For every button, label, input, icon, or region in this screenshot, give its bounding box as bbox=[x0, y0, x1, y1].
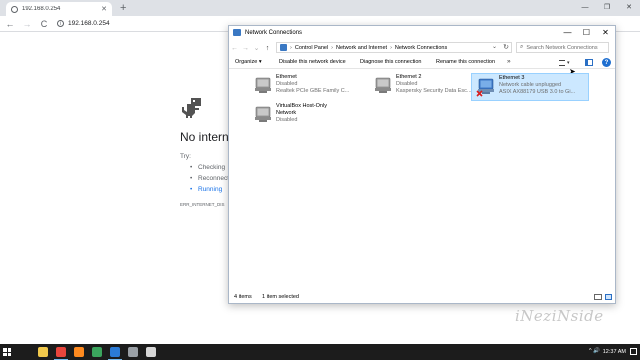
close-button[interactable]: ✕ bbox=[596, 26, 615, 39]
browser-tab[interactable]: 192.168.0.254 ✕ bbox=[6, 2, 112, 16]
minimize-button[interactable]: — bbox=[574, 0, 596, 14]
try-label: Try: bbox=[180, 153, 191, 160]
file-explorer-icon[interactable] bbox=[38, 347, 48, 357]
recent-locations-icon[interactable]: ⌄ bbox=[251, 44, 262, 52]
network-adapter-icon bbox=[375, 77, 391, 93]
view-options-icon bbox=[559, 59, 565, 66]
address-row: ← → ⌄ ↑ › Control Panel › Network and In… bbox=[229, 41, 615, 55]
chevron-down-icon[interactable]: ⌄ bbox=[492, 43, 497, 50]
forward-icon[interactable]: → bbox=[20, 17, 34, 31]
chrome-icon[interactable] bbox=[54, 347, 68, 360]
tab-strip: 192.168.0.254 ✕ + — ❐ ✕ bbox=[0, 0, 640, 16]
rename-button[interactable]: Rename this connection bbox=[436, 59, 495, 65]
connection-ethernet-3[interactable]: Ethernet 3 Network cable unplugged ASIX … bbox=[471, 73, 589, 101]
connection-device: Realtek PCIe GBE Family C... bbox=[276, 88, 350, 94]
breadcrumb-control-panel[interactable]: Control Panel bbox=[295, 45, 328, 51]
app-green-icon[interactable] bbox=[92, 347, 102, 357]
app-light-icon[interactable] bbox=[146, 347, 156, 357]
up-icon[interactable]: ↑ bbox=[262, 45, 273, 52]
selection-count: 1 item selected bbox=[262, 294, 299, 300]
connection-ethernet-2[interactable]: Ethernet 2 Disabled Kaspersky Security D… bbox=[369, 73, 487, 101]
error-code: ERR_INTERNET_DIS bbox=[180, 202, 225, 207]
info-icon[interactable]: i bbox=[57, 20, 64, 27]
reload-icon[interactable]: C bbox=[37, 17, 51, 31]
organize-button[interactable]: Organize ▾ bbox=[235, 59, 262, 65]
forward-icon[interactable]: → bbox=[240, 45, 251, 52]
connection-name: Ethernet 2 bbox=[396, 74, 422, 80]
suggestion-link[interactable]: Running bbox=[190, 186, 229, 197]
breadcrumb-network-connections[interactable]: Network Connections bbox=[395, 45, 447, 51]
connection-name: Ethernet bbox=[276, 74, 297, 80]
back-icon[interactable]: ← bbox=[3, 17, 17, 31]
title-bar[interactable]: Network Connections — ☐ ✕ bbox=[229, 26, 615, 39]
tab-title: 192.168.0.254 bbox=[22, 6, 61, 12]
view-dropdown-icon[interactable]: ▾ bbox=[567, 60, 570, 66]
globe-icon bbox=[11, 5, 18, 13]
disable-device-button[interactable]: Disable this network device bbox=[279, 59, 346, 65]
breadcrumb-separator[interactable]: › bbox=[390, 45, 392, 51]
url-text[interactable]: 192.168.0.254 bbox=[68, 20, 110, 27]
close-button[interactable]: ✕ bbox=[618, 0, 640, 14]
command-bar: Organize ▾ Disable this network device D… bbox=[229, 56, 615, 69]
network-adapter-unplugged-icon bbox=[476, 78, 494, 97]
watermark: iNeziNside bbox=[515, 307, 604, 325]
connection-device: ASIX AX88179 USB 3.0 to Gi... bbox=[499, 89, 576, 95]
details-view-icon[interactable] bbox=[594, 294, 602, 300]
search-icon: ⌕ bbox=[520, 44, 524, 50]
app-gray-icon[interactable] bbox=[128, 347, 138, 357]
browser-window-controls: — ❐ ✕ bbox=[574, 0, 640, 16]
large-icons-view-icon[interactable] bbox=[605, 294, 612, 300]
tab-close-icon[interactable]: ✕ bbox=[101, 6, 107, 13]
search-input[interactable]: ⌕ Search Network Connections bbox=[516, 42, 609, 53]
preview-pane-icon[interactable] bbox=[585, 59, 593, 66]
network-connections-window: Network Connections — ☐ ✕ ← → ⌄ ↑ › Cont… bbox=[228, 25, 616, 304]
network-adapter-icon bbox=[255, 77, 271, 93]
connection-name: VirtualBox Host-Only bbox=[276, 103, 327, 109]
refresh-icon[interactable]: ↻ bbox=[503, 43, 509, 51]
new-tab-button[interactable]: + bbox=[120, 2, 126, 14]
breadcrumb-separator[interactable]: › bbox=[290, 45, 292, 51]
control-panel-icon bbox=[280, 44, 287, 51]
help-icon[interactable]: ? bbox=[602, 58, 611, 67]
minimize-button[interactable]: — bbox=[558, 26, 577, 39]
firefox-icon[interactable] bbox=[74, 347, 84, 357]
maximize-button[interactable]: ❐ bbox=[596, 0, 618, 14]
back-icon[interactable]: ← bbox=[229, 45, 240, 52]
windows-start-icon[interactable] bbox=[3, 348, 11, 356]
network-adapter-icon bbox=[255, 106, 271, 122]
breadcrumb-separator[interactable]: › bbox=[331, 45, 333, 51]
connection-status: Disabled bbox=[276, 81, 298, 87]
suggestion-item: Reconnect bbox=[190, 175, 229, 186]
omnibox[interactable]: i 192.168.0.254 bbox=[57, 18, 257, 30]
connection-virtualbox-host-only[interactable]: VirtualBox Host-Only Network Disabled bbox=[249, 102, 367, 130]
diagnose-button[interactable]: Diagnose this connection bbox=[360, 59, 421, 65]
dinosaur-icon bbox=[182, 98, 201, 118]
clock[interactable]: 12:37 AM bbox=[603, 349, 626, 355]
suggestion-item: Checking bbox=[190, 164, 229, 175]
notifications-icon[interactable] bbox=[630, 348, 637, 355]
window-controls: — ☐ ✕ bbox=[558, 26, 615, 39]
connection-status: Disabled bbox=[276, 117, 298, 123]
more-commands-button[interactable]: » bbox=[507, 58, 511, 65]
network-folder-icon bbox=[233, 29, 241, 36]
search-placeholder: Search Network Connections bbox=[526, 44, 598, 51]
address-bar[interactable]: › Control Panel › Network and Internet ›… bbox=[276, 42, 512, 53]
system-tray[interactable]: ^ 🔊 bbox=[589, 348, 600, 354]
window-title: Network Connections bbox=[245, 29, 303, 36]
taskbar: ^ 🔊 12:37 AM bbox=[0, 344, 640, 360]
connection-name: Ethernet 3 bbox=[499, 75, 525, 81]
suggestion-list: Checking Reconnect Running bbox=[190, 164, 229, 197]
maximize-button[interactable]: ☐ bbox=[577, 26, 596, 39]
connection-status: Network cable unplugged bbox=[499, 82, 562, 88]
change-view-button[interactable]: ▾ bbox=[559, 58, 577, 67]
connection-name-line2: Network bbox=[276, 110, 297, 116]
item-count: 4 items bbox=[234, 294, 252, 300]
status-bar: 4 items 1 item selected bbox=[229, 291, 615, 303]
breadcrumb-network-and-internet[interactable]: Network and Internet bbox=[336, 45, 387, 51]
app-blue-icon[interactable] bbox=[108, 347, 122, 360]
connection-status: Disabled bbox=[396, 81, 418, 87]
connection-ethernet[interactable]: Ethernet Disabled Realtek PCIe GBE Famil… bbox=[249, 73, 367, 101]
